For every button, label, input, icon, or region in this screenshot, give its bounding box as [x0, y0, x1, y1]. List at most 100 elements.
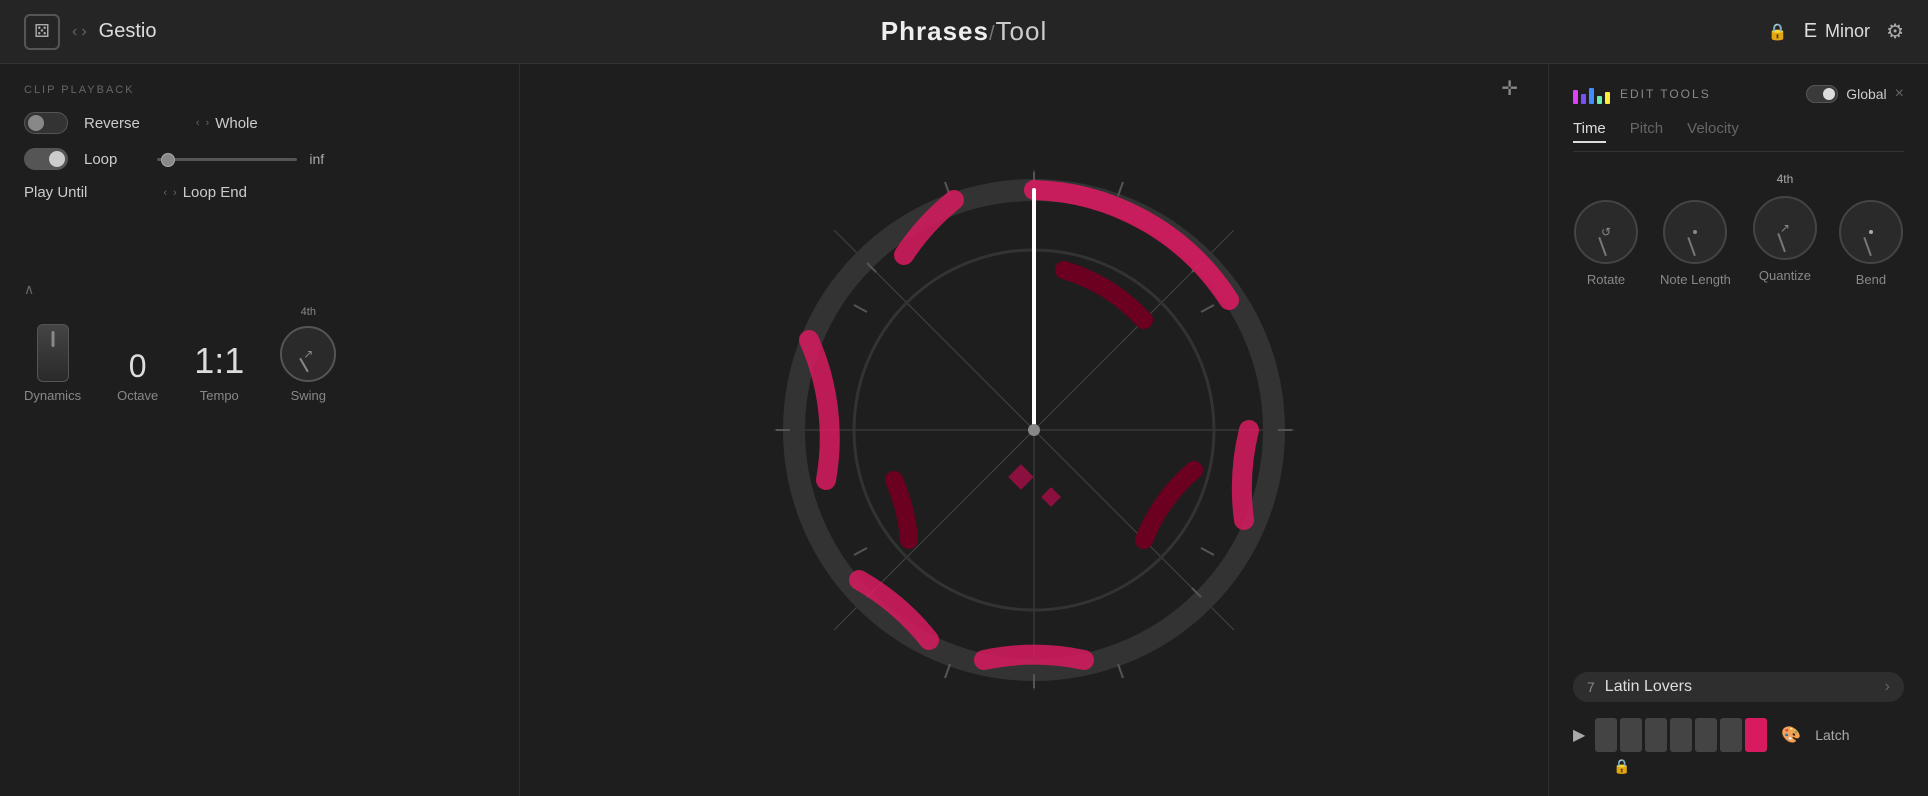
whole-value: Whole [215, 115, 258, 132]
tool-label: Tool [996, 16, 1048, 46]
loop-slider-row: inf [157, 151, 324, 167]
dynamics-label: Dynamics [24, 388, 81, 403]
loop-label: Loop [84, 151, 117, 168]
loop-row: Loop inf [24, 148, 495, 170]
loop-end-stepper: ‹ › Loop End [163, 184, 247, 201]
color-bar [1597, 96, 1602, 104]
latch-label: Latch [1815, 727, 1849, 743]
play-until-label: Play Until [24, 184, 87, 201]
clip-playback-label: CLIP PLAYBACK [24, 84, 495, 96]
reverse-toggle[interactable] [24, 112, 68, 134]
pattern-block-4[interactable] [1695, 718, 1717, 752]
octave-label: Octave [117, 388, 158, 403]
whole-next[interactable]: › [206, 117, 210, 129]
pattern-block-3[interactable] [1670, 718, 1692, 752]
play-until-row: Play Until ‹ › Loop End [24, 184, 495, 201]
tab-velocity[interactable]: Velocity [1687, 120, 1739, 143]
loop-inf-value: inf [309, 151, 324, 167]
quantize-knob[interactable]: ↗ [1753, 196, 1817, 260]
color-bar [1605, 92, 1610, 104]
global-dot[interactable] [1806, 85, 1838, 103]
preset-name: Latin Lovers [1605, 678, 1875, 696]
loop-slider-track[interactable] [157, 158, 297, 161]
color-bar [1581, 94, 1586, 104]
paint-icon[interactable]: 🎨 [1781, 725, 1801, 745]
octave-group: 0 Octave [117, 350, 158, 403]
loop-toggle[interactable] [24, 148, 68, 170]
swing-value: 4th [301, 306, 316, 318]
bend-group: Bend [1839, 172, 1903, 287]
note-length-group: Note Length [1660, 172, 1731, 287]
gear-icon[interactable]: ⚙ [1886, 19, 1904, 44]
pattern-block-6[interactable] [1745, 718, 1767, 752]
preset-arrow[interactable]: › [1885, 678, 1890, 696]
color-bars [1573, 84, 1610, 104]
app-title: Gestio [99, 20, 157, 43]
note-length-knob[interactable] [1663, 200, 1727, 264]
key-letter: E [1804, 20, 1817, 43]
key-display: E Minor [1804, 20, 1870, 43]
preset-number: 7 [1587, 679, 1595, 695]
loop-slider-thumb[interactable] [161, 153, 175, 167]
bend-knob[interactable] [1839, 200, 1903, 264]
bottom-knobs: Dynamics 0 Octave 1:1 Tempo 4th ↗ [24, 306, 495, 403]
dynamics-group: Dynamics [24, 324, 81, 403]
preset-row[interactable]: 7 Latin Lovers › [1573, 672, 1904, 702]
top-bar-left: ⚄ ‹ › Gestio [24, 14, 156, 50]
rotate-label: Rotate [1587, 272, 1625, 287]
rotate-group: ↺ Rotate [1574, 172, 1638, 287]
tabs-row: Time Pitch Velocity [1573, 120, 1904, 152]
top-bar-right: 🔒 E Minor ⚙ [1768, 19, 1904, 44]
swing-label: Swing [291, 388, 326, 403]
tab-pitch[interactable]: Pitch [1630, 120, 1663, 143]
edit-tools-header: EDIT TOOLS Global × [1573, 84, 1904, 104]
target-icon: ✛ [1501, 76, 1518, 101]
color-bar [1589, 88, 1594, 104]
phrases-tool-title: Phrases/Tool [881, 16, 1047, 47]
dynamics-knob[interactable] [37, 324, 69, 382]
pattern-row: ▶ 🎨 Latch [1573, 718, 1904, 752]
edit-tools-title: EDIT TOOLS [1620, 87, 1711, 101]
lock-icon: 🔒 [1768, 22, 1788, 42]
swing-knob-indicator: ↗ [303, 347, 313, 361]
close-button[interactable]: × [1895, 85, 1904, 103]
tab-time[interactable]: Time [1573, 120, 1606, 143]
whole-stepper: ‹ › Whole [196, 115, 258, 132]
color-bar [1573, 90, 1578, 104]
right-panel: EDIT TOOLS Global × Time Pitch Velocity … [1548, 64, 1928, 796]
pattern-block-2[interactable] [1645, 718, 1667, 752]
pattern-block-1[interactable] [1620, 718, 1642, 752]
nav-back[interactable]: ‹ [72, 23, 77, 41]
pattern-blocks [1595, 718, 1767, 752]
tempo-label: Tempo [200, 388, 239, 403]
collapse-button[interactable]: ∧ [24, 281, 495, 298]
loop-end-prev[interactable]: ‹ [163, 187, 167, 199]
pattern-block-5[interactable] [1720, 718, 1742, 752]
whole-prev[interactable]: ‹ [196, 117, 200, 129]
circle-viz-svg [754, 150, 1314, 710]
rotate-knob[interactable]: ↺ [1574, 200, 1638, 264]
quantize-value: 4th [1777, 172, 1794, 186]
bend-label: Bend [1856, 272, 1886, 287]
app-icon: ⚄ [24, 14, 60, 50]
nav-arrows: ‹ › [72, 23, 87, 41]
reverse-row: Reverse ‹ › Whole [24, 112, 495, 134]
quantize-label: Quantize [1759, 268, 1811, 283]
phrases-label: Phrases [881, 16, 989, 46]
nav-forward[interactable]: › [81, 23, 86, 41]
swing-knob[interactable]: ↗ [280, 326, 336, 382]
top-bar: ⚄ ‹ › Gestio Phrases/Tool 🔒 E Minor ⚙ [0, 0, 1928, 64]
global-toggle: Global × [1806, 85, 1904, 103]
loop-end-next[interactable]: › [173, 187, 177, 199]
octave-value: 0 [129, 350, 147, 382]
edit-knobs-grid: ↺ Rotate Note Length 4th ↗ Quantize [1573, 172, 1904, 287]
play-button[interactable]: ▶ [1573, 725, 1585, 745]
reverse-label: Reverse [84, 115, 140, 132]
loop-end-value: Loop End [183, 184, 247, 201]
key-mode: Minor [1825, 21, 1870, 42]
quantize-group: 4th ↗ Quantize [1753, 172, 1817, 287]
pattern-block-0[interactable] [1595, 718, 1617, 752]
swing-group: 4th ↗ Swing [280, 306, 336, 403]
center-panel: ✛ [520, 64, 1548, 796]
tempo-value: 1:1 [194, 340, 244, 382]
